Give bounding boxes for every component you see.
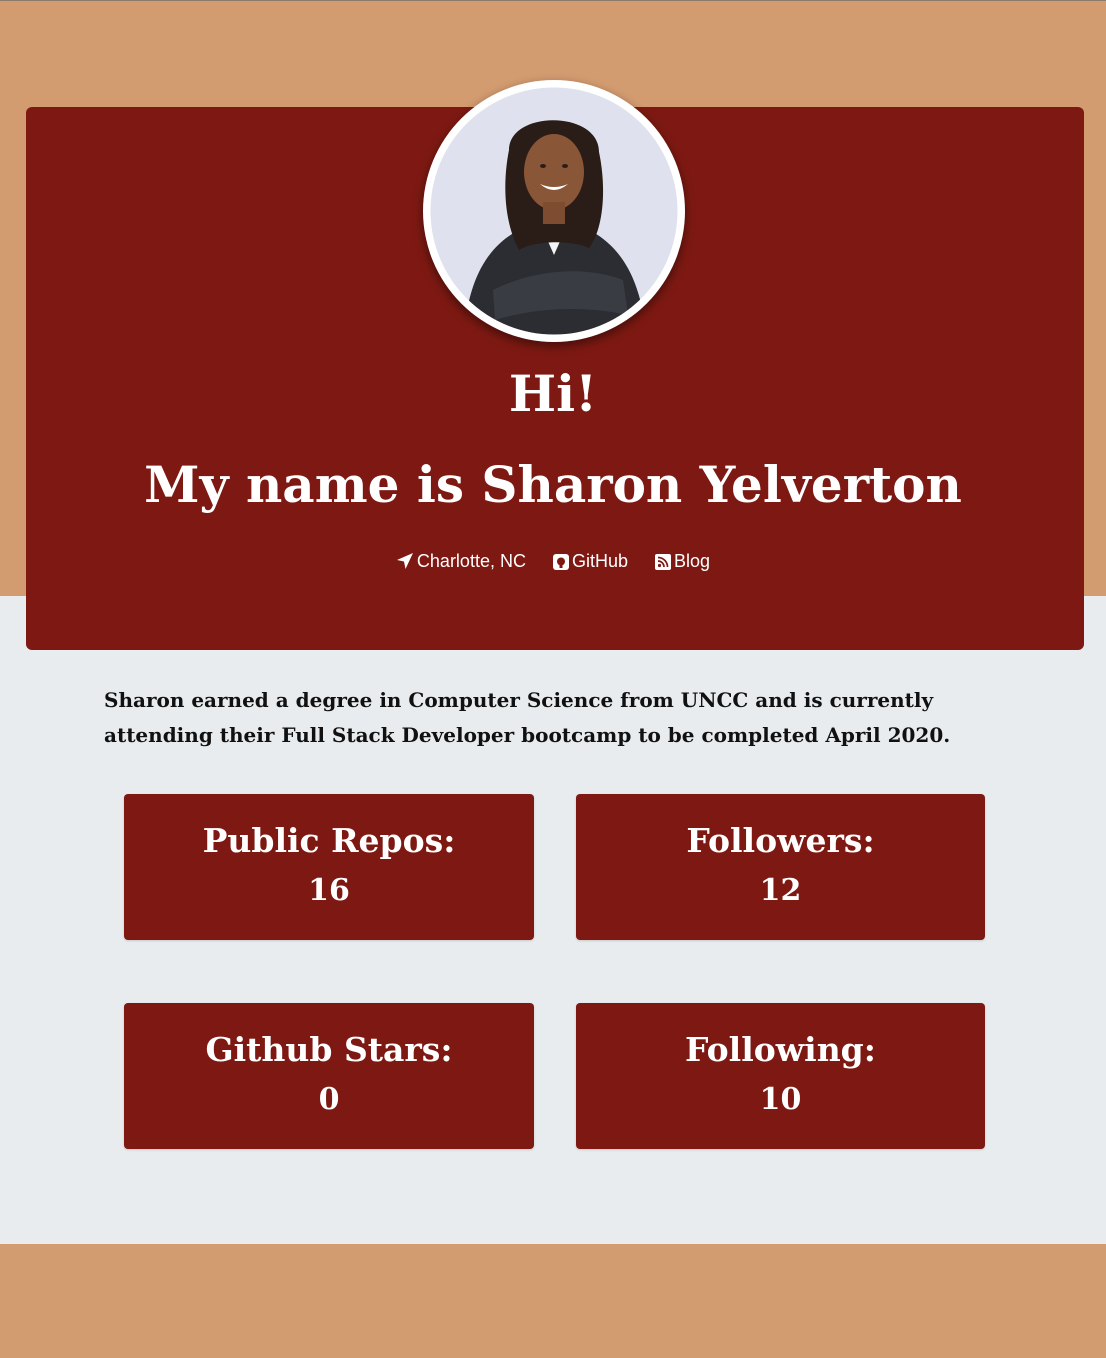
- stat-card-followers: Followers: 12: [576, 794, 985, 940]
- stat-value: 16: [308, 873, 350, 908]
- greeting-heading: Hi!: [508, 364, 598, 423]
- blog-link[interactable]: Blog: [655, 549, 710, 573]
- stat-label: Github Stars:: [205, 1030, 453, 1069]
- location-link[interactable]: Charlotte, NC: [396, 549, 526, 573]
- location-arrow-icon: [396, 553, 413, 569]
- stat-label: Following:: [685, 1030, 876, 1069]
- stat-card-github-stars: Github Stars: 0: [124, 1003, 534, 1149]
- profile-links: Charlotte, NC GitHub Blog: [0, 549, 1106, 573]
- stat-value: 0: [318, 1082, 340, 1117]
- stat-card-public-repos: Public Repos: 16: [124, 794, 534, 940]
- avatar: [423, 80, 685, 342]
- avatar-photo: [423, 80, 685, 342]
- stat-card-following: Following: 10: [576, 1003, 985, 1149]
- stat-label: Public Repos:: [202, 821, 456, 860]
- stat-value: 10: [759, 1082, 802, 1117]
- bottom-background-band: [0, 1244, 1106, 1358]
- github-icon: [552, 554, 569, 570]
- stat-value: 12: [759, 873, 802, 908]
- rss-icon: [655, 554, 672, 570]
- blog-label: Blog: [674, 551, 711, 571]
- bio-text: Sharon earned a degree in Computer Scien…: [104, 688, 951, 747]
- github-link[interactable]: GitHub: [552, 549, 629, 573]
- location-label: Charlotte, NC: [416, 551, 526, 571]
- stat-label: Followers:: [686, 821, 875, 860]
- name-heading: My name is Sharon Yelverton: [144, 455, 962, 514]
- github-label: GitHub: [571, 551, 629, 571]
